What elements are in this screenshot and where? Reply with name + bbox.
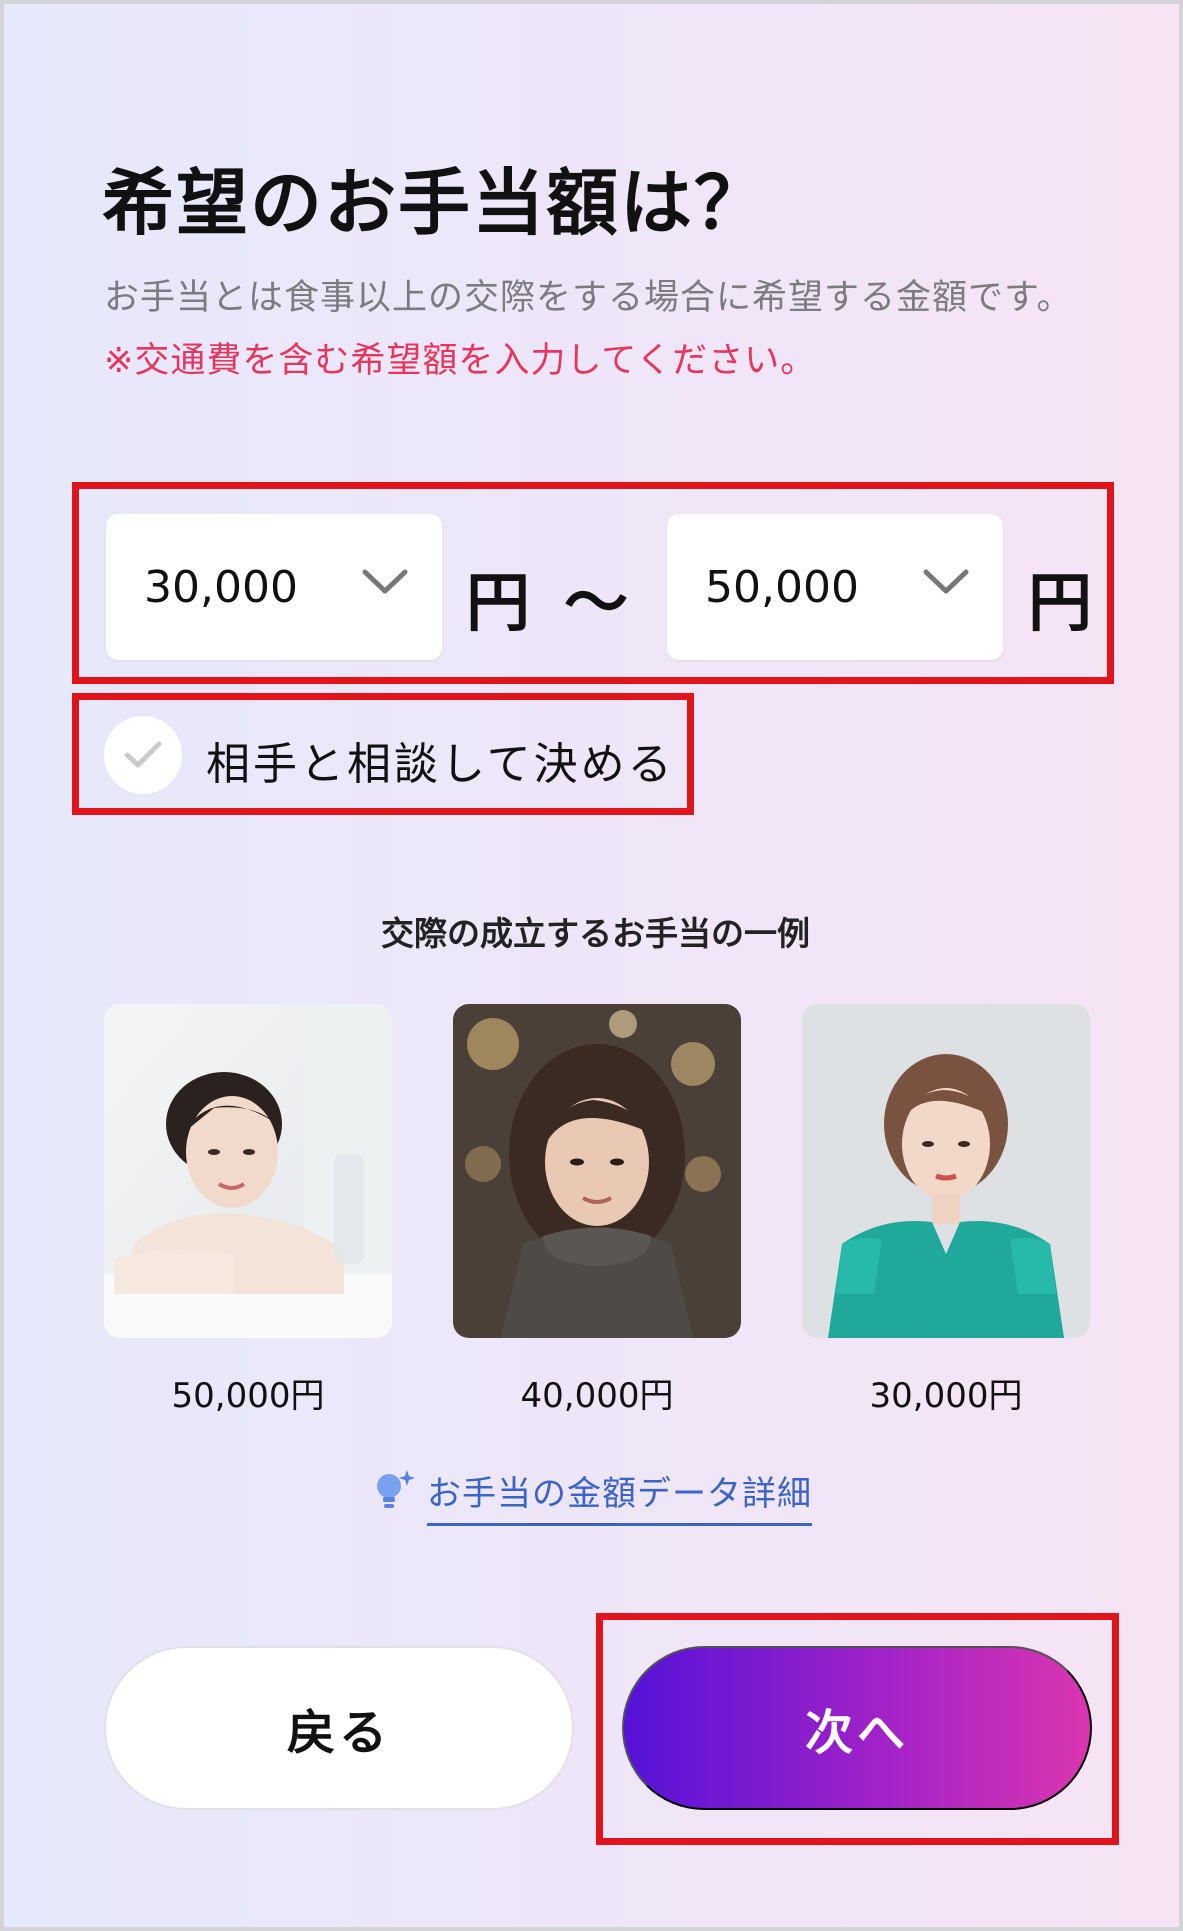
amount-data-detail-link[interactable]: お手当の金額データ詳細 bbox=[371, 1466, 812, 1526]
notice-text: ※交通費を含む希望額を入力してください。 bbox=[104, 341, 817, 381]
next-button[interactable]: 次へ bbox=[622, 1646, 1092, 1810]
min-amount-value: 30,000 bbox=[144, 561, 298, 613]
negotiate-label[interactable]: 相手と相談して決める bbox=[206, 728, 675, 792]
page-title: 希望のお手当額は？ bbox=[102, 161, 769, 245]
negotiate-checkbox[interactable] bbox=[104, 716, 182, 794]
max-amount-value: 50,000 bbox=[705, 561, 859, 613]
screen: 希望のお手当額は？ お手当とは食事以上の交際をする場合に希望する金額です。 ※交… bbox=[0, 0, 1183, 1931]
check-icon bbox=[124, 741, 162, 768]
back-button[interactable]: 戻る bbox=[104, 1646, 574, 1810]
min-unit-label: 円 bbox=[466, 567, 530, 641]
example-photo-1 bbox=[104, 1004, 392, 1338]
detail-link-label: お手当の金額データ詳細 bbox=[427, 1466, 812, 1526]
chevron-down-icon bbox=[362, 569, 408, 594]
example-price-1: 50,000円 bbox=[171, 1376, 325, 1416]
chevron-down-icon bbox=[923, 569, 969, 594]
example-photo-3 bbox=[802, 1004, 1090, 1338]
example-photo-2 bbox=[453, 1004, 741, 1338]
examples-title: 交際の成立するお手当の一例 bbox=[381, 914, 810, 953]
min-amount-select[interactable]: 30,000 bbox=[106, 514, 442, 660]
example-price-3: 30,000円 bbox=[869, 1376, 1023, 1416]
range-separator: 〜 bbox=[564, 567, 628, 641]
example-price-2: 40,000円 bbox=[520, 1376, 674, 1416]
max-amount-select[interactable]: 50,000 bbox=[667, 514, 1003, 660]
lightbulb-icon bbox=[377, 1470, 415, 1508]
page-subtitle: お手当とは食事以上の交際をする場合に希望する金額です。 bbox=[104, 278, 1073, 318]
max-unit-label: 円 bbox=[1028, 567, 1092, 641]
